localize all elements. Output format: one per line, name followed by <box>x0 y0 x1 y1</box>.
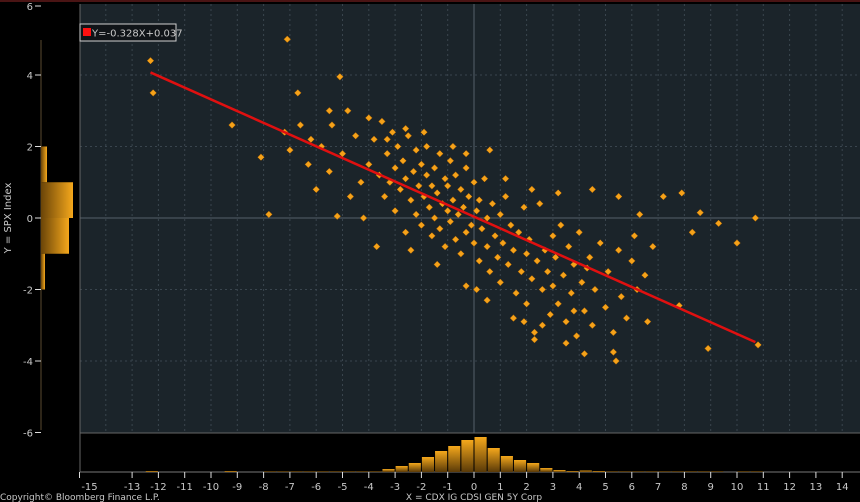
x-histogram-bar <box>671 471 684 472</box>
x-histogram-bar <box>487 448 500 472</box>
x-tick-label: -5 <box>338 482 348 493</box>
x-histogram-bar <box>750 471 763 472</box>
y-axis: 6 4 2 0 -2 -4 -6 <box>23 2 41 440</box>
x-tick-label: -13 <box>124 482 140 493</box>
y-tick-label: -2 <box>23 286 33 297</box>
x-histogram-bar <box>513 460 527 472</box>
x-histogram-bar <box>264 471 277 472</box>
x-tick-label: -2 <box>416 482 426 493</box>
x-histogram-bar <box>540 468 553 472</box>
x-tick-label: 4 <box>576 482 582 493</box>
x-histogram-bar <box>369 471 382 472</box>
x-histogram-bar <box>145 471 158 472</box>
legend-swatch <box>83 28 91 36</box>
x-histogram-bar <box>290 471 303 472</box>
x-histogram-bar <box>592 471 605 472</box>
y-axis-label: Y = SPX Index <box>3 183 14 255</box>
y-histogram-bar <box>41 146 47 183</box>
y-histogram-bar <box>41 218 69 254</box>
y-histogram <box>40 40 73 430</box>
x-axis: -15 -13 -12 -11 -10 -9 -8 -7 -6 -5 -4 -3 -2 -1 0 1 2 3 4 5 6… <box>79 472 849 493</box>
x-tick-label: 5 <box>602 482 608 493</box>
x-histogram-bar <box>684 471 698 472</box>
x-tick-label: 1 <box>497 482 503 493</box>
x-tick-label: -1 <box>443 482 453 493</box>
x-histogram-bar <box>658 471 671 472</box>
x-histogram-bar <box>408 463 421 472</box>
x-tick-label: -8 <box>259 482 269 493</box>
y-tick-label: -4 <box>23 357 33 368</box>
x-histogram-bar <box>566 471 579 472</box>
y-tick-label: 4 <box>27 71 33 82</box>
x-tick-label: 2 <box>523 482 529 493</box>
x-histogram-bar <box>553 470 566 472</box>
x-histogram-bar <box>645 471 658 472</box>
x-histogram <box>80 437 860 473</box>
y-tick-label: 6 <box>27 2 33 13</box>
y-tick-label: -6 <box>23 429 33 440</box>
x-tick-label: -6 <box>311 482 321 493</box>
y-histogram-bar <box>41 182 73 218</box>
x-tick-label: 11 <box>757 482 770 493</box>
x-tick-label: -15 <box>81 482 97 493</box>
copyright: Copyright© Bloomberg Finance L.P. <box>0 493 160 502</box>
x-histogram-bar <box>356 471 369 472</box>
x-histogram-bar <box>382 469 395 472</box>
x-histogram-bar <box>224 471 237 472</box>
x-histogram-bar <box>632 471 645 472</box>
x-histogram-bar <box>698 471 711 472</box>
y-tick-label: 2 <box>27 143 33 154</box>
x-histogram-bar <box>448 446 461 472</box>
x-tick-label: 13 <box>810 482 823 493</box>
x-histogram-bar <box>303 471 316 472</box>
x-tick-label: 0 <box>471 482 477 493</box>
x-histogram-bar <box>500 456 513 472</box>
x-tick-label: 10 <box>731 482 744 493</box>
x-histogram-bar <box>737 471 750 472</box>
x-histogram-bar <box>343 471 356 472</box>
x-tick-label: -9 <box>232 482 242 493</box>
legend: Y=-0.328X+0.037 <box>79 23 183 42</box>
x-histogram-bar <box>316 471 329 472</box>
y-histogram-bar <box>41 253 45 290</box>
x-histogram-bar <box>461 440 474 472</box>
x-tick-label: 12 <box>783 482 796 493</box>
x-tick-label: -10 <box>203 482 219 493</box>
x-tick-label: -12 <box>150 482 166 493</box>
x-histogram-bar <box>329 471 342 472</box>
top-border <box>0 0 860 2</box>
x-tick-label: -11 <box>177 482 193 493</box>
x-axis-label: X = CDX IG CDSI GEN 5Y Corp <box>406 493 542 502</box>
x-tick-label: 8 <box>681 482 687 493</box>
x-tick-label: -4 <box>364 482 374 493</box>
x-tick-label: -7 <box>285 482 295 493</box>
x-histogram-bar <box>527 463 540 472</box>
x-histogram-bar <box>619 471 632 472</box>
x-histogram-bar <box>579 470 592 472</box>
x-tick-label: 14 <box>836 482 849 493</box>
legend-label: Y=-0.328X+0.037 <box>91 29 183 40</box>
scatter-chart: 6420-2-4-6 -15 -13 -12 -11 -10 -9 -8 -7 -6 -5 -4 -3… <box>0 0 860 502</box>
x-histogram-bar <box>711 471 724 472</box>
x-tick-label: 3 <box>550 482 556 493</box>
x-histogram-bar <box>277 471 290 472</box>
x-tick-label: 9 <box>708 482 714 493</box>
x-tick-label: 6 <box>629 482 635 493</box>
x-histogram-bar <box>435 451 448 472</box>
x-tick-label: -3 <box>390 482 400 493</box>
x-histogram-bar <box>395 466 408 472</box>
y-tick-label: 0 <box>27 214 33 225</box>
x-histogram-bar <box>606 471 619 472</box>
x-tick-label: 7 <box>655 482 661 493</box>
x-histogram-bar <box>474 437 487 472</box>
x-histogram-bar <box>421 457 435 472</box>
